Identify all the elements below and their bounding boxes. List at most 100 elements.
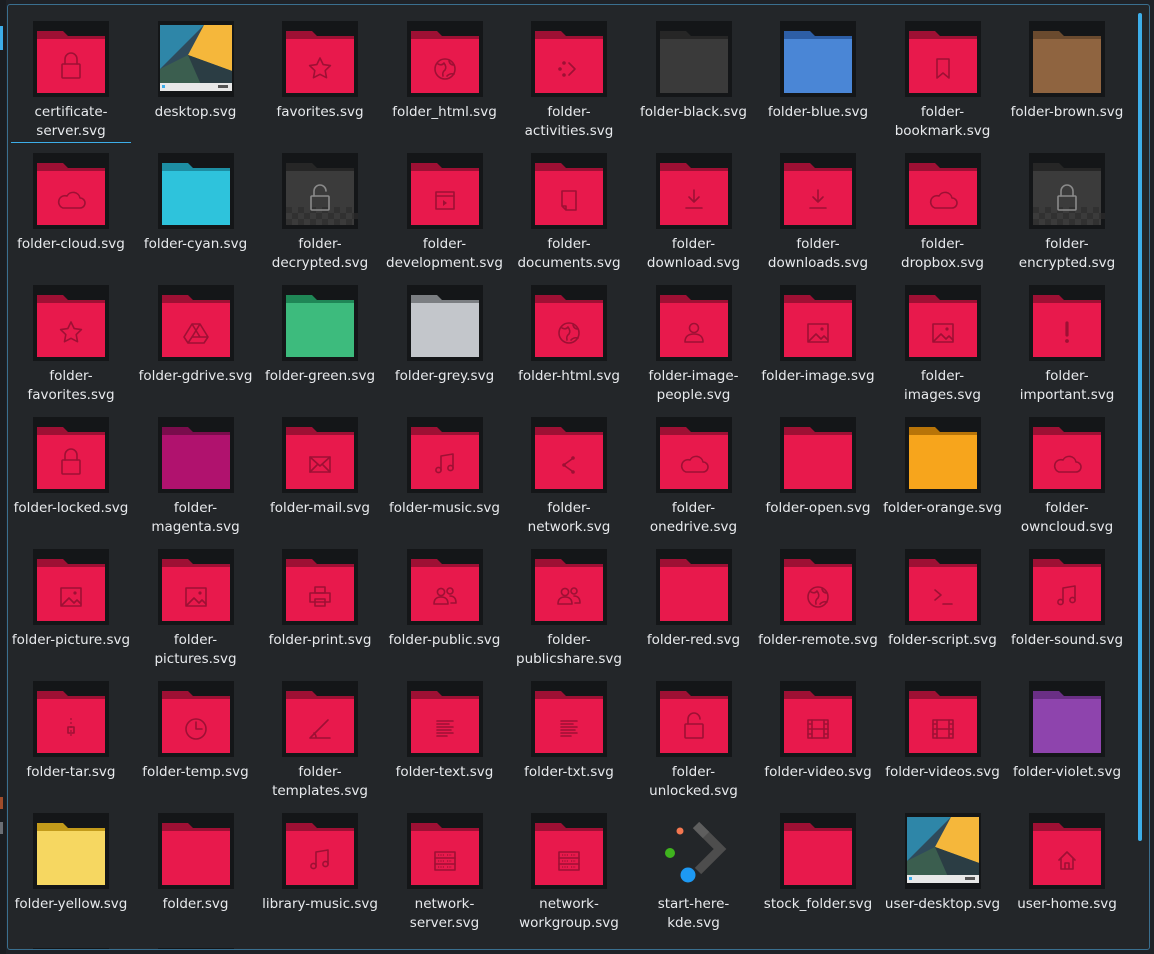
file-item[interactable]: folder-locked.svg <box>9 405 133 533</box>
file-item[interactable]: folder-network.svg <box>507 405 631 535</box>
file-name: folder-picture.svg <box>11 632 131 648</box>
file-item[interactable]: desktop.svg <box>134 9 258 137</box>
file-item[interactable]: folder-onedrive.svg <box>632 405 756 535</box>
file-item[interactable]: folder-orange.svg <box>881 405 1005 533</box>
file-name: folder-open.svg <box>765 500 871 516</box>
file-name: certificate-server.svg <box>11 103 131 143</box>
file-item[interactable]: folder-black.svg <box>632 9 756 137</box>
folder-icon <box>406 21 483 97</box>
file-item[interactable]: folder-picture.svg <box>9 537 133 665</box>
folder-icon <box>33 549 109 625</box>
file-item[interactable]: folder-sound.svg <box>1005 537 1129 665</box>
file-item[interactable]: folder-image.svg <box>756 273 880 401</box>
file-name: folder-grey.svg <box>394 368 495 384</box>
folder-icon <box>1029 813 1105 889</box>
file-item[interactable]: folder-magenta.svg <box>134 405 258 535</box>
file-name: folder-violet.svg <box>1012 764 1122 780</box>
file-item[interactable]: folder-gdrive.svg <box>134 273 258 401</box>
file-item[interactable]: folder-decrypted.svg <box>258 141 382 271</box>
file-item[interactable]: folder-video.svg <box>756 669 880 797</box>
file-item[interactable]: folder-pictures.svg <box>134 537 258 667</box>
file-item[interactable]: folder-documents.svg <box>507 141 631 271</box>
file-item[interactable]: folder-open.svg <box>756 405 880 533</box>
file-name: folder-favorites.svg <box>27 368 115 403</box>
file-item[interactable]: certificate-server.svg <box>9 9 133 143</box>
folder-icon <box>406 549 483 625</box>
file-item[interactable]: stock_folder.svg <box>756 801 880 929</box>
file-item[interactable]: folder-temp.svg <box>134 669 258 797</box>
file-name: folder-orange.svg <box>883 500 1002 516</box>
file-item[interactable]: network-workgroup.svg <box>507 801 631 931</box>
file-item[interactable]: folder-activities.svg <box>507 9 631 139</box>
file-name: folder-script.svg <box>888 632 997 648</box>
file-item[interactable]: network-server.svg <box>383 801 507 931</box>
file-item[interactable]: folder-blue.svg <box>756 9 880 137</box>
file-item[interactable]: folder-development.svg <box>383 141 507 271</box>
icon-view[interactable]: certificate-server.svg desktop.svg favor… <box>7 4 1150 950</box>
file-name: folder-black.svg <box>640 104 747 120</box>
file-item[interactable]: folder-music.svg <box>383 405 507 533</box>
file-item[interactable]: folder-violet.svg <box>1005 669 1129 797</box>
folder-icon <box>406 153 483 229</box>
file-name: folder-tar.svg <box>26 764 116 780</box>
file-item[interactable]: folder-cyan.svg <box>134 141 258 269</box>
scrollbar-handle[interactable] <box>1138 13 1142 841</box>
file-item[interactable]: folder-green.svg <box>258 273 382 401</box>
file-name: folder_html.svg <box>392 104 497 120</box>
file-name: folder-network.svg <box>527 500 611 535</box>
file-item[interactable]: folder-owncloud.svg <box>1005 405 1129 535</box>
folder-icon[interactable] <box>157 941 234 949</box>
file-item[interactable]: folder-red.svg <box>632 537 756 665</box>
folder-icon <box>1029 21 1105 97</box>
file-item[interactable]: folder-html.svg <box>507 273 631 401</box>
folder-icon <box>904 285 981 361</box>
file-name: folder-templates.svg <box>272 764 368 799</box>
file-name: folder-activities.svg <box>524 104 614 139</box>
file-name: folder-gdrive.svg <box>138 368 253 384</box>
folder-icon <box>904 153 981 229</box>
file-name: folder-unlocked.svg <box>649 764 738 799</box>
file-item[interactable]: folder-print.svg <box>258 537 382 665</box>
file-item[interactable]: folder-cloud.svg <box>9 141 133 269</box>
file-item[interactable]: folder-bookmark.svg <box>881 9 1005 139</box>
file-item[interactable]: folder-remote.svg <box>756 537 880 665</box>
file-item[interactable]: library-music.svg <box>258 801 382 929</box>
file-item[interactable]: folder-encrypted.svg <box>1005 141 1129 271</box>
file-item[interactable]: folder-downloads.svg <box>756 141 880 271</box>
folder-icon <box>780 681 856 757</box>
file-item[interactable]: folder-download.svg <box>632 141 756 271</box>
file-name: folder-text.svg <box>395 764 494 780</box>
file-item[interactable]: folder-brown.svg <box>1005 9 1129 137</box>
folder-icon <box>904 549 981 625</box>
file-item[interactable]: folder-unlocked.svg <box>632 669 756 799</box>
file-item[interactable]: folder-public.svg <box>383 537 507 665</box>
file-item[interactable]: folder-txt.svg <box>507 669 631 797</box>
file-name: folder-temp.svg <box>142 764 249 780</box>
folder-icon <box>406 813 483 889</box>
folder-icon <box>904 21 981 97</box>
file-item[interactable]: folder-yellow.svg <box>9 801 133 929</box>
file-item[interactable]: favorites.svg <box>258 9 382 137</box>
file-item[interactable]: folder_html.svg <box>383 9 507 137</box>
file-item[interactable]: folder-text.svg <box>383 669 507 797</box>
file-item[interactable]: folder-videos.svg <box>881 669 1005 797</box>
file-item[interactable]: folder-important.svg <box>1005 273 1129 403</box>
file-item[interactable]: folder-favorites.svg <box>9 273 133 403</box>
file-item[interactable]: folder-publicshare.svg <box>507 537 631 667</box>
file-item[interactable]: user-home.svg <box>1005 801 1129 929</box>
file-item[interactable]: folder-templates.svg <box>258 669 382 799</box>
file-item[interactable]: start-here-kde.svg <box>632 801 756 931</box>
file-item[interactable]: folder-script.svg <box>881 537 1005 665</box>
folder-icon <box>531 21 607 97</box>
file-item[interactable]: folder-images.svg <box>881 273 1005 403</box>
file-item[interactable]: folder.svg <box>134 801 258 929</box>
file-item[interactable]: folder-dropbox.svg <box>881 141 1005 271</box>
file-item[interactable]: folder-image-people.svg <box>632 273 756 403</box>
file-item[interactable]: folder-grey.svg <box>383 273 507 401</box>
folder-icon <box>1029 417 1105 493</box>
file-item[interactable]: folder-tar.svg <box>9 669 133 797</box>
file-item[interactable]: folder-mail.svg <box>258 405 382 533</box>
file-item[interactable]: user-desktop.svg <box>881 801 1005 929</box>
file-name: folder-sound.svg <box>1010 632 1124 648</box>
folder-icon[interactable] <box>33 941 109 949</box>
